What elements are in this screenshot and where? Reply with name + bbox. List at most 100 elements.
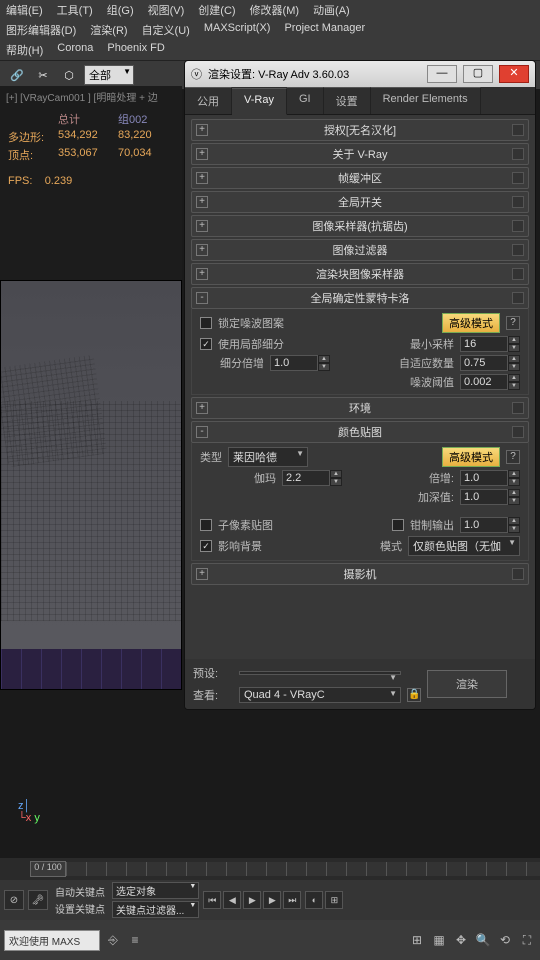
expand-icon[interactable]: + (196, 148, 208, 160)
type-dropdown[interactable]: 莱因哈德 (228, 447, 308, 467)
menu-help[interactable]: 帮助(H) (6, 42, 43, 58)
expand-icon[interactable]: + (196, 268, 208, 280)
cmap-advanced-button[interactable]: 高级模式 (442, 447, 500, 467)
dialog-title: 渲染设置: V-Ray Adv 3.60.03 (208, 66, 349, 82)
expand-icon[interactable]: + (196, 568, 208, 580)
use-local-checkbox[interactable]: ✓ (200, 338, 212, 350)
expand-icon[interactable]: + (196, 220, 208, 232)
min-sample-spinner[interactable]: ▲▼ (460, 336, 520, 352)
render-button[interactable]: 渲染 (427, 670, 507, 698)
expand-icon[interactable]: + (196, 402, 208, 414)
clamp-checkbox[interactable] (392, 519, 404, 531)
minimize-button[interactable]: — (427, 65, 457, 83)
prev-frame-icon[interactable]: ◀ (223, 891, 241, 909)
view-label: 查看: (193, 687, 233, 703)
xref-icon[interactable]: ⊞ (325, 891, 343, 909)
close-button[interactable]: ✕ (499, 65, 529, 83)
lock-noise-checkbox[interactable] (200, 317, 212, 329)
lock-view-button[interactable]: 🔒 (407, 688, 421, 702)
clamp-spinner[interactable]: ▲▼ (460, 517, 520, 533)
subpixel-checkbox[interactable] (200, 519, 212, 531)
dmc-advanced-button[interactable]: 高级模式 (442, 313, 500, 333)
collapse-icon[interactable]: - (196, 292, 208, 304)
zoom-icon[interactable]: 🔍 (474, 931, 492, 949)
snap-icon[interactable]: ⊞ (408, 931, 426, 949)
menu-row1[interactable]: 编辑(E) 工具(T) 组(G) 视图(V) 创建(C) 修改器(M) 动画(A… (0, 0, 540, 20)
mult-spinner[interactable]: ▲▼ (460, 470, 520, 486)
cmap-help-button[interactable]: ? (506, 450, 520, 464)
link-icon[interactable]: 🔗 (6, 64, 28, 86)
perspective-viewport[interactable] (0, 280, 182, 690)
menu-group[interactable]: 组(G) (107, 2, 134, 18)
setkey-button[interactable]: 设置关键点 (52, 901, 108, 916)
pan-icon[interactable]: ✥ (452, 931, 470, 949)
menu-maxscript[interactable]: MAXScript(X) (204, 22, 271, 38)
menu-render[interactable]: 渲染(R) (90, 22, 127, 38)
listener-icon[interactable]: ≡ (126, 931, 144, 949)
unlink-icon[interactable]: ✂ (32, 64, 54, 86)
expand-icon[interactable]: + (196, 244, 208, 256)
adapt-spinner[interactable]: ▲▼ (460, 355, 520, 371)
autokey-button[interactable]: 自动关键点 (52, 884, 108, 899)
time-ruler[interactable]: 100 (66, 862, 540, 876)
key-filter-button[interactable]: 关键点过滤器... (112, 901, 199, 918)
tab-common[interactable]: 公用 (185, 87, 232, 114)
menu-row2[interactable]: 图形编辑器(D) 渲染(R) 自定义(U) MAXScript(X) Proje… (0, 20, 540, 40)
menu-customize[interactable]: 自定义(U) (142, 22, 190, 38)
menu-create[interactable]: 创建(C) (198, 2, 235, 18)
cushion-mesh[interactable] (0, 355, 107, 468)
expand-icon[interactable]: + (196, 196, 208, 208)
noise-spinner[interactable]: ▲▼ (460, 374, 520, 390)
tab-gi[interactable]: GI (287, 87, 324, 114)
goto-end-icon[interactable]: ⏭ (283, 891, 301, 909)
preset-dropdown[interactable] (239, 671, 401, 675)
play-icon[interactable]: ▶ (243, 891, 261, 909)
bind-icon[interactable]: ⬡ (58, 64, 80, 86)
menu-edit[interactable]: 编辑(E) (6, 2, 43, 18)
next-frame-icon[interactable]: ▶ (263, 891, 281, 909)
mode-dropdown[interactable]: 仅颜色贴图（无伽 (408, 536, 520, 556)
timeline[interactable]: 0 / 100 100 (0, 858, 540, 880)
menu-tools[interactable]: 工具(T) (57, 2, 93, 18)
maximize-button[interactable]: ▢ (463, 65, 493, 83)
dialog-body[interactable]: +授权[无名汉化] +关于 V-Ray +帧缓冲区 +全局开关 +图像采样器(抗… (185, 115, 535, 659)
burn-spinner[interactable]: ▲▼ (460, 489, 520, 505)
time-scrubber[interactable]: 0 / 100 (30, 861, 66, 877)
expand-icon[interactable]: + (196, 124, 208, 136)
floor-grid (1, 649, 181, 689)
menu-view[interactable]: 视图(V) (148, 2, 185, 18)
viewport-camera-label[interactable]: [+] [VRayCam001 ] [明暗处理 + 边 (0, 86, 182, 107)
view-dropdown[interactable]: Quad 4 - VRayC (239, 687, 401, 703)
orbit-icon[interactable]: ⟲ (496, 931, 514, 949)
expand-icon[interactable]: + (196, 172, 208, 184)
menu-row3[interactable]: 帮助(H) Corona Phoenix FD (0, 40, 540, 60)
menu-animation[interactable]: 动画(A) (313, 2, 350, 18)
grid-icon[interactable]: ▦ (430, 931, 448, 949)
fps-row: FPS: 0.239 (0, 167, 182, 195)
subdiv-spinner[interactable]: ▲▼ (270, 355, 330, 371)
menu-phoenix[interactable]: Phoenix FD (107, 42, 164, 58)
collapse-icon[interactable]: - (196, 426, 208, 438)
menu-corona[interactable]: Corona (57, 42, 93, 58)
subpixel-label: 子像素贴图 (218, 517, 273, 533)
affect-bg-checkbox[interactable]: ✓ (200, 540, 212, 552)
gamma-spinner[interactable]: ▲▼ (282, 470, 342, 486)
dialog-titlebar[interactable]: ⓥ 渲染设置: V-Ray Adv 3.60.03 — ▢ ✕ (185, 61, 535, 87)
goto-start-icon[interactable]: ⏮ (203, 891, 221, 909)
key-icon[interactable]: 🗝 (28, 890, 48, 910)
maximize-viewport-icon[interactable]: ⛶ (518, 931, 536, 949)
selection-filter-dropdown[interactable]: 全部 (84, 65, 134, 85)
menu-projectmgr[interactable]: Project Manager (284, 22, 365, 38)
script-icon[interactable]: ⎆ (104, 931, 122, 949)
tab-vray[interactable]: V-Ray (232, 88, 287, 115)
menu-modifier[interactable]: 修改器(M) (250, 2, 300, 18)
z-axis-icon: z│ (18, 800, 40, 812)
dmc-help-button[interactable]: ? (506, 316, 520, 330)
tab-settings[interactable]: 设置 (324, 87, 371, 114)
tab-render-elements[interactable]: Render Elements (371, 87, 481, 114)
menu-grapheditor[interactable]: 图形编辑器(D) (6, 22, 76, 38)
isolate-icon[interactable]: ◐ (305, 891, 323, 909)
key-target-dropdown[interactable]: 选定对象 (112, 882, 199, 899)
lock-selection-icon[interactable]: ⊘ (4, 890, 24, 910)
fps-value: 0.239 (45, 175, 73, 187)
